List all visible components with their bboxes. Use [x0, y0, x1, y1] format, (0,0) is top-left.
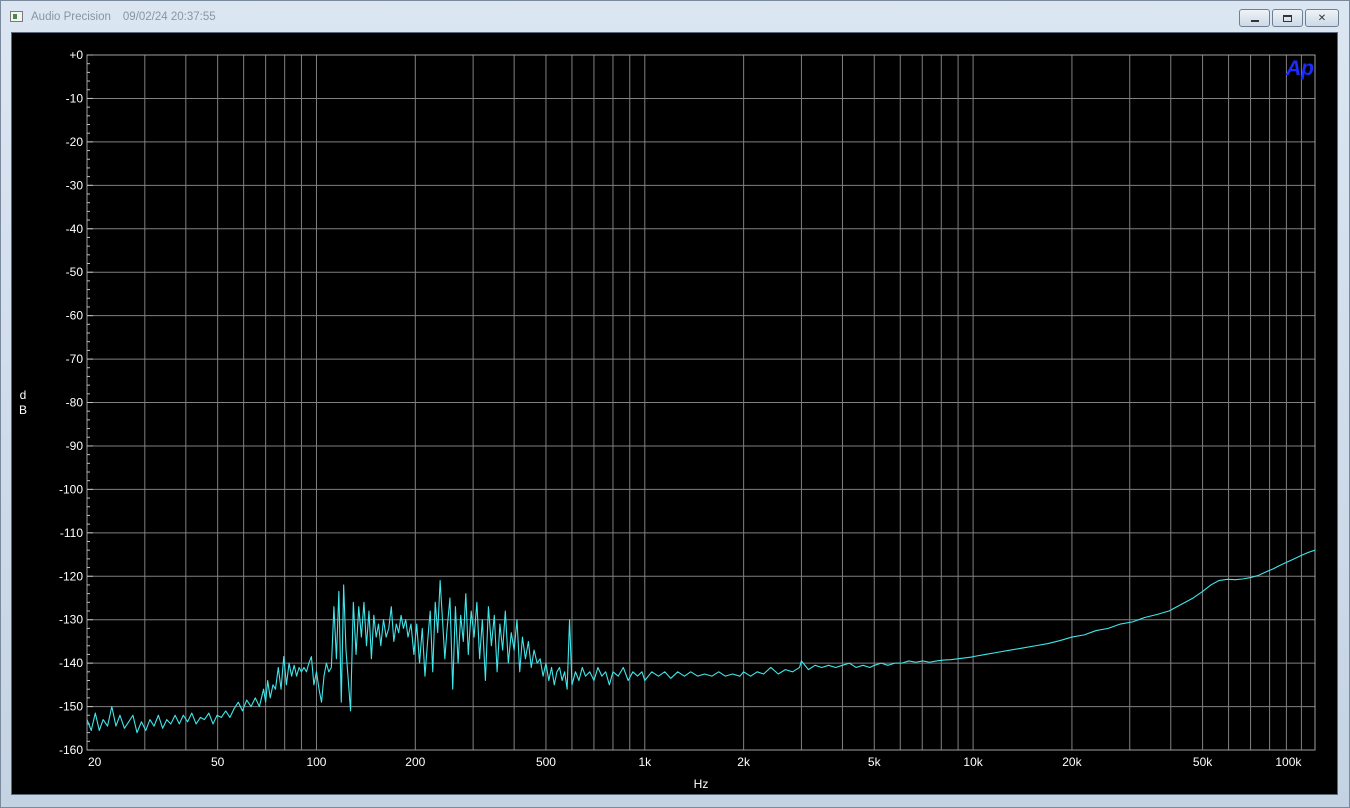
y-axis-label-d: d: [20, 388, 27, 402]
maximize-icon: [1283, 14, 1292, 22]
x-tick-label: 200: [405, 755, 425, 769]
x-tick-label: 100k: [1275, 755, 1302, 769]
y-tick-label: -20: [66, 135, 84, 149]
x-tick-label: 20k: [1062, 755, 1082, 769]
y-tick-label: +0: [69, 48, 83, 62]
close-button[interactable]: ✕: [1305, 9, 1339, 27]
y-tick-label: -90: [66, 439, 84, 453]
ap-logo: Ap: [1285, 57, 1314, 80]
x-tick-label: 500: [536, 755, 556, 769]
y-tick-label: -10: [66, 91, 84, 105]
plot-area[interactable]: +0 -10 -20 -30 -40 -50 -60 -70 -80 -90 -100 -110 -12…: [11, 32, 1338, 795]
close-icon: ✕: [1317, 12, 1327, 24]
x-tick-label: 50k: [1193, 755, 1213, 769]
y-tick-label: -160: [59, 743, 83, 757]
window-title: Audio Precision 09/02/24 20:37:55: [31, 11, 216, 23]
x-tick-label: 2k: [737, 755, 751, 769]
y-tick-label: -120: [59, 569, 83, 583]
app-icon[interactable]: [10, 11, 23, 22]
x-tick-label: 10k: [963, 755, 983, 769]
y-tick-label: -80: [66, 396, 84, 410]
title-bar[interactable]: Audio Precision 09/02/24 20:37:55 ✕: [1, 1, 1349, 33]
y-tick-label: -50: [66, 265, 84, 279]
y-tick-label: -70: [66, 352, 84, 366]
x-axis-label: Hz: [694, 777, 709, 791]
title-timestamp: 09/02/24 20:37:55: [122, 11, 216, 23]
x-tick-label: 20: [88, 755, 102, 769]
y-tick-label: -40: [66, 222, 84, 236]
y-tick-label: -110: [60, 526, 83, 540]
y-tick-label: -100: [59, 482, 83, 496]
x-tick-label: 100: [306, 755, 326, 769]
frequency-response-chart[interactable]: +0 -10 -20 -30 -40 -50 -60 -70 -80 -90 -100 -110 -12…: [12, 33, 1337, 794]
x-tick-label: 5k: [868, 755, 882, 769]
y-tick-label: -130: [59, 613, 83, 627]
app-title: Audio Precision: [31, 11, 111, 23]
minimize-button[interactable]: [1239, 9, 1270, 27]
maximize-button[interactable]: [1272, 9, 1303, 27]
x-tick-label: 1k: [638, 755, 652, 769]
app-window: Audio Precision 09/02/24 20:37:55 ✕ +0 -10…: [0, 0, 1350, 808]
y-tick-label: -60: [66, 309, 84, 323]
y-tick-label: -150: [59, 700, 83, 714]
y-tick-label: -140: [59, 656, 83, 670]
minimize-icon: [1250, 20, 1259, 22]
y-axis-label-b: B: [19, 403, 27, 417]
chart-background: [12, 33, 1337, 794]
y-tick-label: -30: [66, 178, 84, 192]
x-tick-label: 50: [211, 755, 225, 769]
